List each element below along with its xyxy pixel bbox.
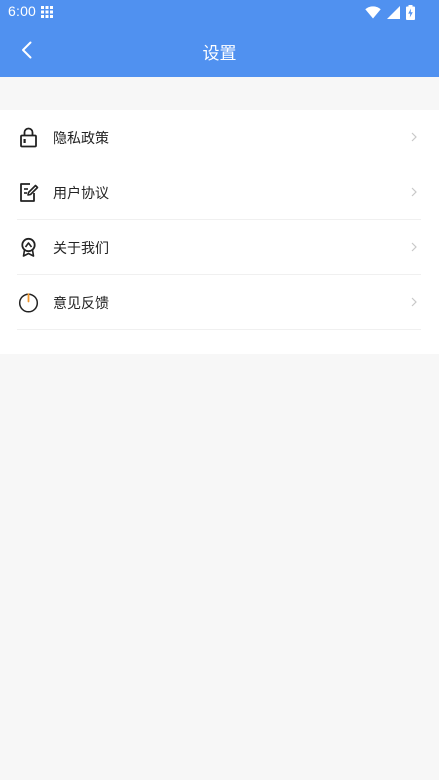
power-icon [18, 293, 39, 313]
divider [17, 329, 421, 330]
menu-item-label: 关于我们 [53, 241, 109, 257]
menu-item-user-agreement[interactable]: 用户协议 [0, 165, 439, 220]
menu-item-feedback[interactable]: 意见反馈 [0, 275, 439, 330]
chevron-right-icon [411, 242, 417, 252]
menu-item-label: 意见反馈 [53, 296, 109, 312]
chevron-right-icon [411, 132, 417, 142]
menu-item-label: 隐私政策 [53, 131, 109, 147]
chevron-right-icon [411, 297, 417, 307]
nav-bar: 设置 [0, 24, 439, 77]
badge-icon [21, 237, 36, 257]
menu-item-label: 用户协议 [53, 186, 109, 202]
chevron-right-icon [411, 187, 417, 197]
status-time: 6:00 [8, 3, 37, 19]
edit-document-icon [20, 183, 39, 202]
wifi-icon [365, 5, 381, 18]
battery-charging-icon [406, 4, 415, 20]
settings-menu: 隐私政策 用户协议 关于我们 意见反馈 [0, 110, 439, 354]
menu-item-privacy-policy[interactable]: 隐私政策 [0, 110, 439, 165]
status-bar: 6:00 [0, 0, 439, 24]
lock-icon [20, 127, 37, 148]
menu-item-about-us[interactable]: 关于我们 [0, 220, 439, 275]
status-indicators [365, 4, 415, 20]
page-title: 设置 [202, 44, 237, 64]
grid-icon [41, 6, 53, 18]
cellular-signal-icon [387, 5, 400, 19]
